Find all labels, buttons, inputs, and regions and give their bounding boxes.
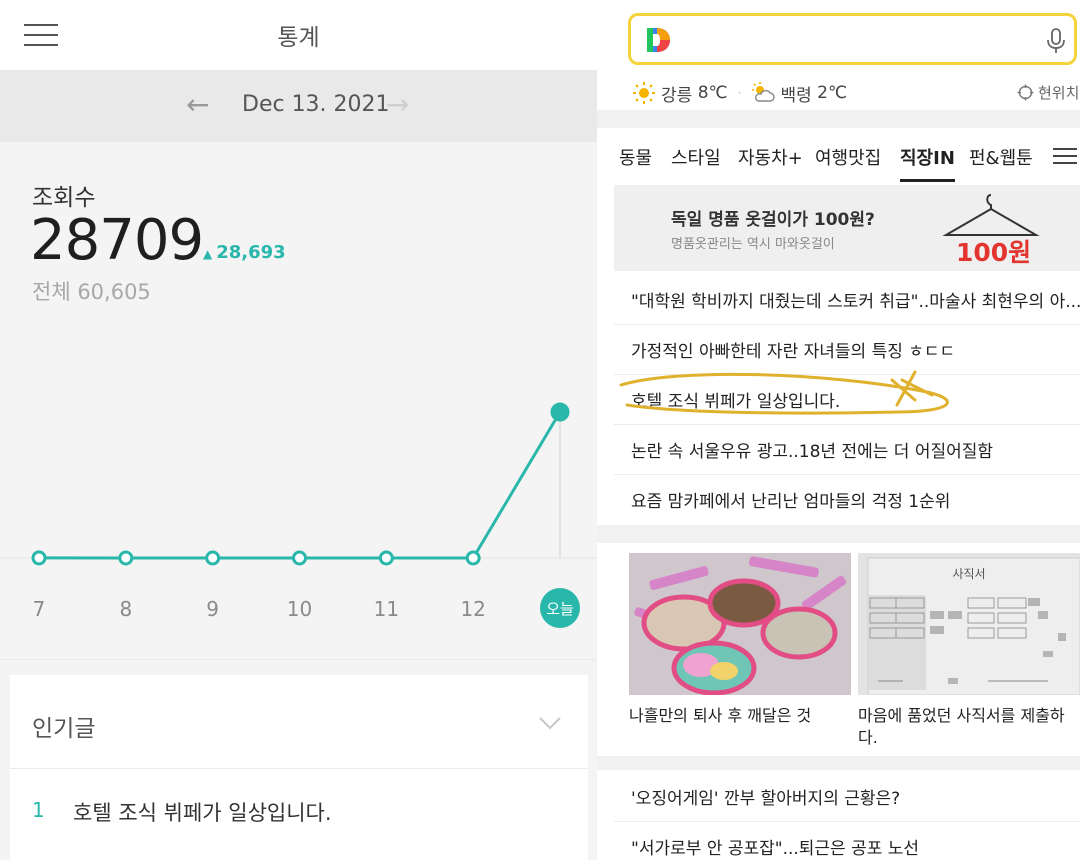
views-delta: ▲ 28,693 bbox=[203, 242, 286, 263]
tab-auto[interactable]: 자동차+ bbox=[738, 144, 803, 170]
weather-item[interactable]: 강릉 8℃ bbox=[632, 81, 728, 106]
tick-label-today: 오늘 bbox=[546, 600, 574, 618]
section-separator bbox=[597, 110, 1080, 128]
portal-pane: 강릉 8℃ · 백령 2℃ 현위치 동물 스타일 자동차+ 여행맛집 직장IN … bbox=[597, 0, 1080, 860]
popular-posts-title: 인기글 bbox=[32, 716, 96, 742]
weather-bar: 강릉 8℃ · 백령 2℃ bbox=[632, 80, 861, 106]
news-headline: 요즘 맘카페에서 난리난 엄마들의 걱정 1순위 bbox=[631, 492, 951, 512]
mic-icon[interactable] bbox=[1045, 27, 1067, 55]
news-headline: "서가로부 안 공포잡"...퇴근은 공포 노선 bbox=[631, 839, 920, 859]
tab-style[interactable]: 스타일 bbox=[671, 144, 721, 170]
category-tabs: 동물 스타일 자동차+ 여행맛집 직장IN 펀&웹툰 bbox=[597, 128, 1080, 184]
separator-dot: · bbox=[737, 86, 742, 100]
list-item[interactable]: 요즘 맘카페에서 난리난 엄마들의 걱정 1순위 bbox=[614, 475, 1080, 525]
chart-series-line bbox=[38, 411, 562, 560]
views-total: 전체 60,605 bbox=[32, 280, 151, 304]
news-headline: 논란 속 서울우유 광고..18년 전에는 더 어질어질함 bbox=[631, 442, 994, 462]
tab-workplace[interactable]: 직장IN bbox=[900, 144, 955, 182]
views-label: 조회수 bbox=[32, 185, 96, 211]
ad-banner[interactable]: 독일 명품 옷걸이가 100원? 명품옷관리는 역시 마와옷걸이 100원 bbox=[614, 185, 1080, 271]
weather-city: 백령 bbox=[780, 85, 812, 106]
weather-city: 강릉 bbox=[661, 85, 693, 106]
ad-title: 독일 명품 옷걸이가 100원? bbox=[671, 210, 875, 230]
arrow-left-icon[interactable]: ← bbox=[186, 90, 209, 120]
news-headline: 호텔 조식 뷔페가 일상입니다. bbox=[631, 392, 841, 412]
photo-card[interactable]: 사직서 마음에 품었던 사직서를 제출하다. bbox=[858, 553, 1080, 749]
tick-label: 8 bbox=[119, 597, 132, 621]
sun-icon bbox=[633, 82, 655, 104]
tick-label: 10 bbox=[287, 597, 312, 621]
list-item[interactable]: 논란 속 서울우유 광고..18년 전에는 더 어질어질함 bbox=[614, 425, 1080, 475]
chart-point bbox=[205, 550, 221, 566]
ad-price: 100원 bbox=[956, 238, 1032, 267]
list-item[interactable]: 가정적인 아빠한테 자란 자녀들의 특징 ㅎㄷㄷ bbox=[614, 325, 1080, 375]
list-item[interactable]: 호텔 조식 뷔페가 일상입니다. bbox=[614, 375, 1080, 425]
current-date: Dec 13. 2021 bbox=[242, 92, 390, 117]
divider bbox=[10, 768, 588, 769]
ice-cream-photo bbox=[629, 553, 851, 695]
tick-label: 9 bbox=[206, 597, 219, 621]
section-separator bbox=[597, 756, 1080, 770]
stats-header: 통계 bbox=[0, 0, 597, 70]
news-headline: "대학원 학비까지 대줬는데 스토커 취급"..마술사 최현우의 아... bbox=[631, 292, 1080, 312]
tab-animal[interactable]: 동물 bbox=[619, 144, 652, 170]
news-headline: 가정적인 아빠한테 자란 자녀들의 특징 ㅎㄷㄷ bbox=[631, 342, 956, 362]
popular-rank: 1 bbox=[32, 798, 45, 822]
card-caption: 마음에 품었던 사직서를 제출하다. bbox=[858, 706, 1065, 747]
location-label: 현위치 bbox=[1038, 84, 1080, 102]
news-list-bottom: '오징어게임' 깐부 할아버지의 근황은? "서가로부 안 공포잡"...퇴근은… bbox=[614, 772, 1080, 860]
tick-label: 11 bbox=[374, 597, 399, 621]
search-input[interactable] bbox=[628, 13, 1077, 65]
page-title: 통계 bbox=[277, 25, 320, 51]
views-delta-value: 28,693 bbox=[216, 242, 286, 263]
section-separator bbox=[597, 525, 1080, 543]
weather-temp: 8℃ bbox=[697, 83, 728, 103]
views-line-chart: 7 8 9 10 11 12 오늘 bbox=[0, 402, 597, 660]
chart-point bbox=[550, 402, 570, 422]
card-caption: 나흘만의 퇴사 후 깨달은 것 bbox=[629, 706, 812, 725]
weather-temp: 2℃ bbox=[817, 83, 848, 103]
list-item[interactable]: "서가로부 안 공포잡"...퇴근은 공포 노선 bbox=[614, 822, 1080, 860]
chart-point bbox=[118, 550, 134, 566]
list-item[interactable]: "대학원 학비까지 대줬는데 스토커 취급"..마술사 최현우의 아... bbox=[614, 275, 1080, 325]
triangle-up-icon: ▲ bbox=[203, 247, 213, 261]
chart-point bbox=[378, 550, 394, 566]
views-count: 28709 bbox=[30, 208, 204, 273]
tick-label: 7 bbox=[33, 597, 46, 621]
tab-travel-food[interactable]: 여행맛집 bbox=[815, 144, 881, 170]
chart-point bbox=[465, 550, 481, 566]
date-navigator: ← Dec 13. 2021 → bbox=[0, 70, 597, 142]
document-title: 사직서 bbox=[952, 567, 986, 581]
list-item[interactable]: '오징어게임' 깐부 할아버지의 근황은? bbox=[614, 772, 1080, 822]
menu-icon[interactable] bbox=[1053, 148, 1077, 166]
photo-card[interactable]: 나흘만의 퇴사 후 깨달은 것 bbox=[629, 553, 851, 727]
ad-subtitle: 명품옷관리는 역시 마와옷걸이 bbox=[671, 237, 835, 252]
chevron-down-icon[interactable] bbox=[538, 711, 562, 735]
chart-point bbox=[292, 550, 307, 566]
stats-pane: 통계 ← Dec 13. 2021 → 조회수 28709 ▲ 28,693 전체… bbox=[0, 0, 597, 860]
tab-fun-webtoon[interactable]: 펀&웹툰 bbox=[969, 144, 1033, 170]
location-target-icon bbox=[1017, 84, 1034, 101]
chart-point bbox=[31, 550, 47, 566]
resignation-letter-photo: 사직서 bbox=[858, 553, 1080, 695]
news-headline: '오징어게임' 깐부 할아버지의 근황은? bbox=[631, 789, 901, 809]
news-list: "대학원 학비까지 대줬는데 스토커 취급"..마술사 최현우의 아... 가정… bbox=[614, 275, 1080, 525]
popular-post-title[interactable]: 호텔 조식 뷔페가 일상입니다. bbox=[73, 797, 332, 827]
location-button[interactable]: 현위치 bbox=[1017, 82, 1079, 103]
arrow-right-icon[interactable]: → bbox=[386, 90, 409, 120]
tick-label: 12 bbox=[460, 597, 485, 621]
popular-posts-card: 인기글 1 호텔 조식 뷔페가 일상입니다. bbox=[10, 675, 588, 860]
daum-logo bbox=[647, 28, 670, 52]
cloud-sun-icon bbox=[752, 82, 776, 102]
weather-item[interactable]: 백령 2℃ bbox=[751, 81, 847, 106]
